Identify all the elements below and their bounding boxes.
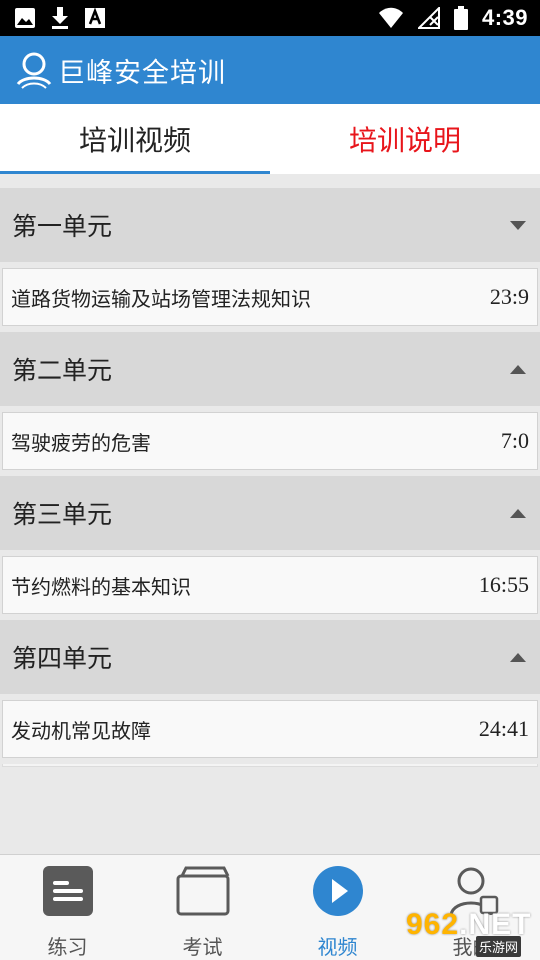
unit-title: 第四单元 <box>12 644 113 673</box>
video-title: 节约燃料的基本知识 <box>11 574 191 599</box>
signal-icon <box>417 7 440 29</box>
video-duration: 24:41 <box>478 716 529 741</box>
nav-label: 考试 <box>182 935 223 959</box>
chevron-up-icon <box>510 508 526 518</box>
chevron-up-icon <box>510 652 526 662</box>
tab-label: 培训视频 <box>78 124 191 157</box>
a-box-icon <box>84 7 106 29</box>
image-icon <box>14 7 36 29</box>
nav-video[interactable]: 视频 <box>270 855 405 960</box>
tab-label: 培训说明 <box>348 124 461 157</box>
tab-training-video[interactable]: 培训视频 <box>0 104 270 174</box>
folder-icon <box>176 865 230 917</box>
nav-practice[interactable]: 练习 <box>0 855 135 960</box>
nav-label: 视频 <box>317 935 358 959</box>
chevron-down-icon <box>510 220 526 230</box>
video-item[interactable]: 驾驶疲劳的危害 7:0 <box>2 412 538 470</box>
list-end-divider <box>2 764 538 767</box>
video-title: 驾驶疲劳的危害 <box>11 430 151 455</box>
video-title: 道路货物运输及站场管理法规知识 <box>11 286 311 311</box>
unit-list: 第一单元 道路货物运输及站场管理法规知识 23:9 第二单元 驾驶疲劳的危害 7… <box>0 188 540 767</box>
video-duration: 16:55 <box>478 572 529 597</box>
app-bar: 巨峰安全培训 <box>0 36 540 104</box>
unit-header-1[interactable]: 第一单元 <box>0 188 540 262</box>
download-icon <box>50 6 70 30</box>
app-title: 巨峰安全培训 <box>58 57 226 89</box>
unit-header-3[interactable]: 第三单元 <box>0 476 540 550</box>
unit-header-4[interactable]: 第四单元 <box>0 620 540 694</box>
nav-exam[interactable]: 考试 <box>135 855 270 960</box>
status-bar: 4:39 <box>0 0 540 36</box>
unit-title: 第一单元 <box>12 212 113 241</box>
watermark: 962.NET 乐游网 <box>404 908 538 958</box>
unit-header-2[interactable]: 第二单元 <box>0 332 540 406</box>
nav-label: 练习 <box>47 935 88 959</box>
tab-training-instructions[interactable]: 培训说明 <box>270 104 540 174</box>
video-item[interactable]: 发动机常见故障 24:41 <box>2 700 538 758</box>
wifi-icon <box>378 7 404 29</box>
chevron-up-icon <box>510 364 526 374</box>
play-circle-icon <box>312 865 364 917</box>
list-icon <box>42 865 94 917</box>
video-item[interactable]: 节约燃料的基本知识 16:55 <box>2 556 538 614</box>
video-duration: 23:9 <box>489 284 529 309</box>
video-title: 发动机常见故障 <box>11 718 151 743</box>
battery-icon <box>453 6 468 30</box>
video-item[interactable]: 道路货物运输及站场管理法规知识 23:9 <box>2 268 538 326</box>
clock: 4:39 <box>481 5 528 30</box>
unit-title: 第三单元 <box>12 500 113 529</box>
watermark-sub: 乐游网 <box>476 936 522 957</box>
unit-title: 第二单元 <box>12 356 113 385</box>
tab-bar: 培训视频 培训说明 <box>0 104 540 174</box>
video-duration: 7:0 <box>500 428 529 453</box>
person-globe-logo <box>14 50 54 90</box>
